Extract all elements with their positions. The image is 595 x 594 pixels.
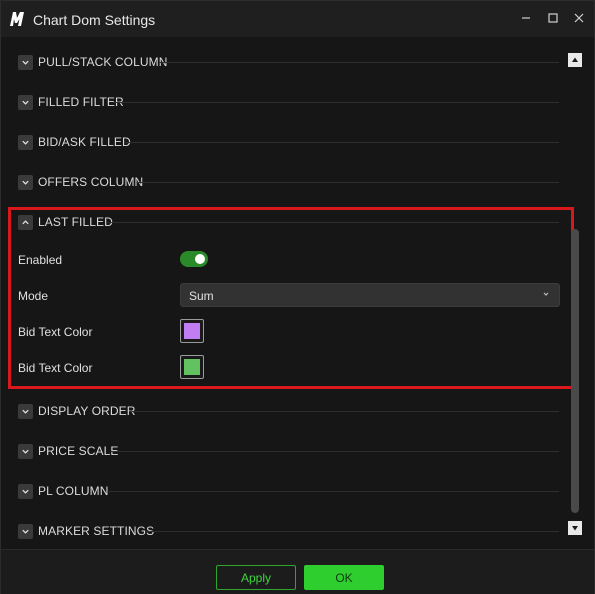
maximize-icon[interactable]: [543, 9, 563, 29]
ok-button[interactable]: OK: [304, 565, 384, 590]
enabled-label: Enabled: [18, 253, 63, 267]
scroll-up-icon[interactable]: [568, 53, 582, 67]
section-divider: [159, 62, 559, 63]
settings-content: PULL/STACK COLUMN FILLED FILTER BID/ASK …: [1, 37, 594, 549]
section-divider: [137, 182, 559, 183]
enabled-toggle[interactable]: [180, 251, 208, 267]
section-marker-settings[interactable]: MARKER SETTINGS: [18, 522, 154, 540]
bid-text-color-picker[interactable]: [180, 319, 204, 343]
close-icon[interactable]: [569, 9, 589, 29]
section-label: FILLED FILTER: [38, 95, 124, 109]
section-bid-ask-filled[interactable]: BID/ASK FILLED: [18, 133, 131, 151]
section-label: PRICE SCALE: [38, 444, 119, 458]
vertical-scrollbar[interactable]: [568, 53, 582, 539]
minimize-icon[interactable]: [516, 9, 536, 29]
chevron-down-icon: [18, 174, 33, 190]
chevron-down-icon: [18, 483, 33, 499]
color-swatch: [184, 359, 200, 375]
section-display-order[interactable]: DISPLAY ORDER: [18, 402, 136, 420]
bid-text-color-label: Bid Text Color: [18, 325, 93, 339]
section-divider: [145, 531, 559, 532]
color-swatch: [184, 323, 200, 339]
chevron-down-icon: [18, 54, 33, 70]
bid-text-color-2-label: Bid Text Color: [18, 361, 93, 375]
section-label: BID/ASK FILLED: [38, 135, 131, 149]
mode-select-value: Sum: [189, 289, 214, 303]
settings-window: Chart Dom Settings PULL/STACK COLUMN FIL…: [0, 0, 595, 594]
chevron-down-icon: [18, 134, 33, 150]
section-label: OFFERS COLUMN: [38, 175, 144, 189]
section-pull-stack-column[interactable]: PULL/STACK COLUMN: [18, 53, 168, 71]
scroll-down-icon[interactable]: [568, 521, 582, 535]
chevron-down-icon: [18, 443, 33, 459]
section-offers-column[interactable]: OFFERS COLUMN: [18, 173, 143, 191]
section-divider: [129, 411, 559, 412]
mode-select[interactable]: Sum: [180, 283, 560, 307]
section-label: PULL/STACK COLUMN: [38, 55, 168, 69]
section-label: PL COLUMN: [38, 484, 109, 498]
title-bar: Chart Dom Settings: [1, 1, 594, 37]
section-last-filled[interactable]: LAST FILLED: [18, 213, 113, 231]
chevron-down-icon: [18, 403, 33, 419]
section-divider: [113, 102, 559, 103]
section-divider: [109, 491, 559, 492]
app-logo-icon: [10, 12, 24, 26]
scrollbar-thumb[interactable]: [571, 229, 579, 513]
section-pl-column[interactable]: PL COLUMN: [18, 482, 108, 500]
section-label: LAST FILLED: [38, 215, 113, 229]
section-label: DISPLAY ORDER: [38, 404, 136, 418]
mode-label: Mode: [18, 289, 49, 303]
chevron-down-icon: [18, 94, 33, 110]
section-divider: [125, 142, 559, 143]
section-divider: [111, 451, 559, 452]
section-label: MARKER SETTINGS: [38, 524, 155, 538]
section-filled-filter[interactable]: FILLED FILTER: [18, 93, 124, 111]
toggle-knob: [195, 254, 205, 264]
window-title: Chart Dom Settings: [33, 12, 156, 28]
apply-button[interactable]: Apply: [216, 565, 296, 590]
bid-text-color-2-picker[interactable]: [180, 355, 204, 379]
chevron-up-icon: [18, 214, 33, 230]
dialog-footer: Apply OK: [1, 549, 594, 594]
chevron-down-icon: [543, 292, 549, 296]
section-divider: [107, 222, 559, 223]
section-price-scale[interactable]: PRICE SCALE: [18, 442, 118, 460]
chevron-down-icon: [18, 523, 33, 539]
